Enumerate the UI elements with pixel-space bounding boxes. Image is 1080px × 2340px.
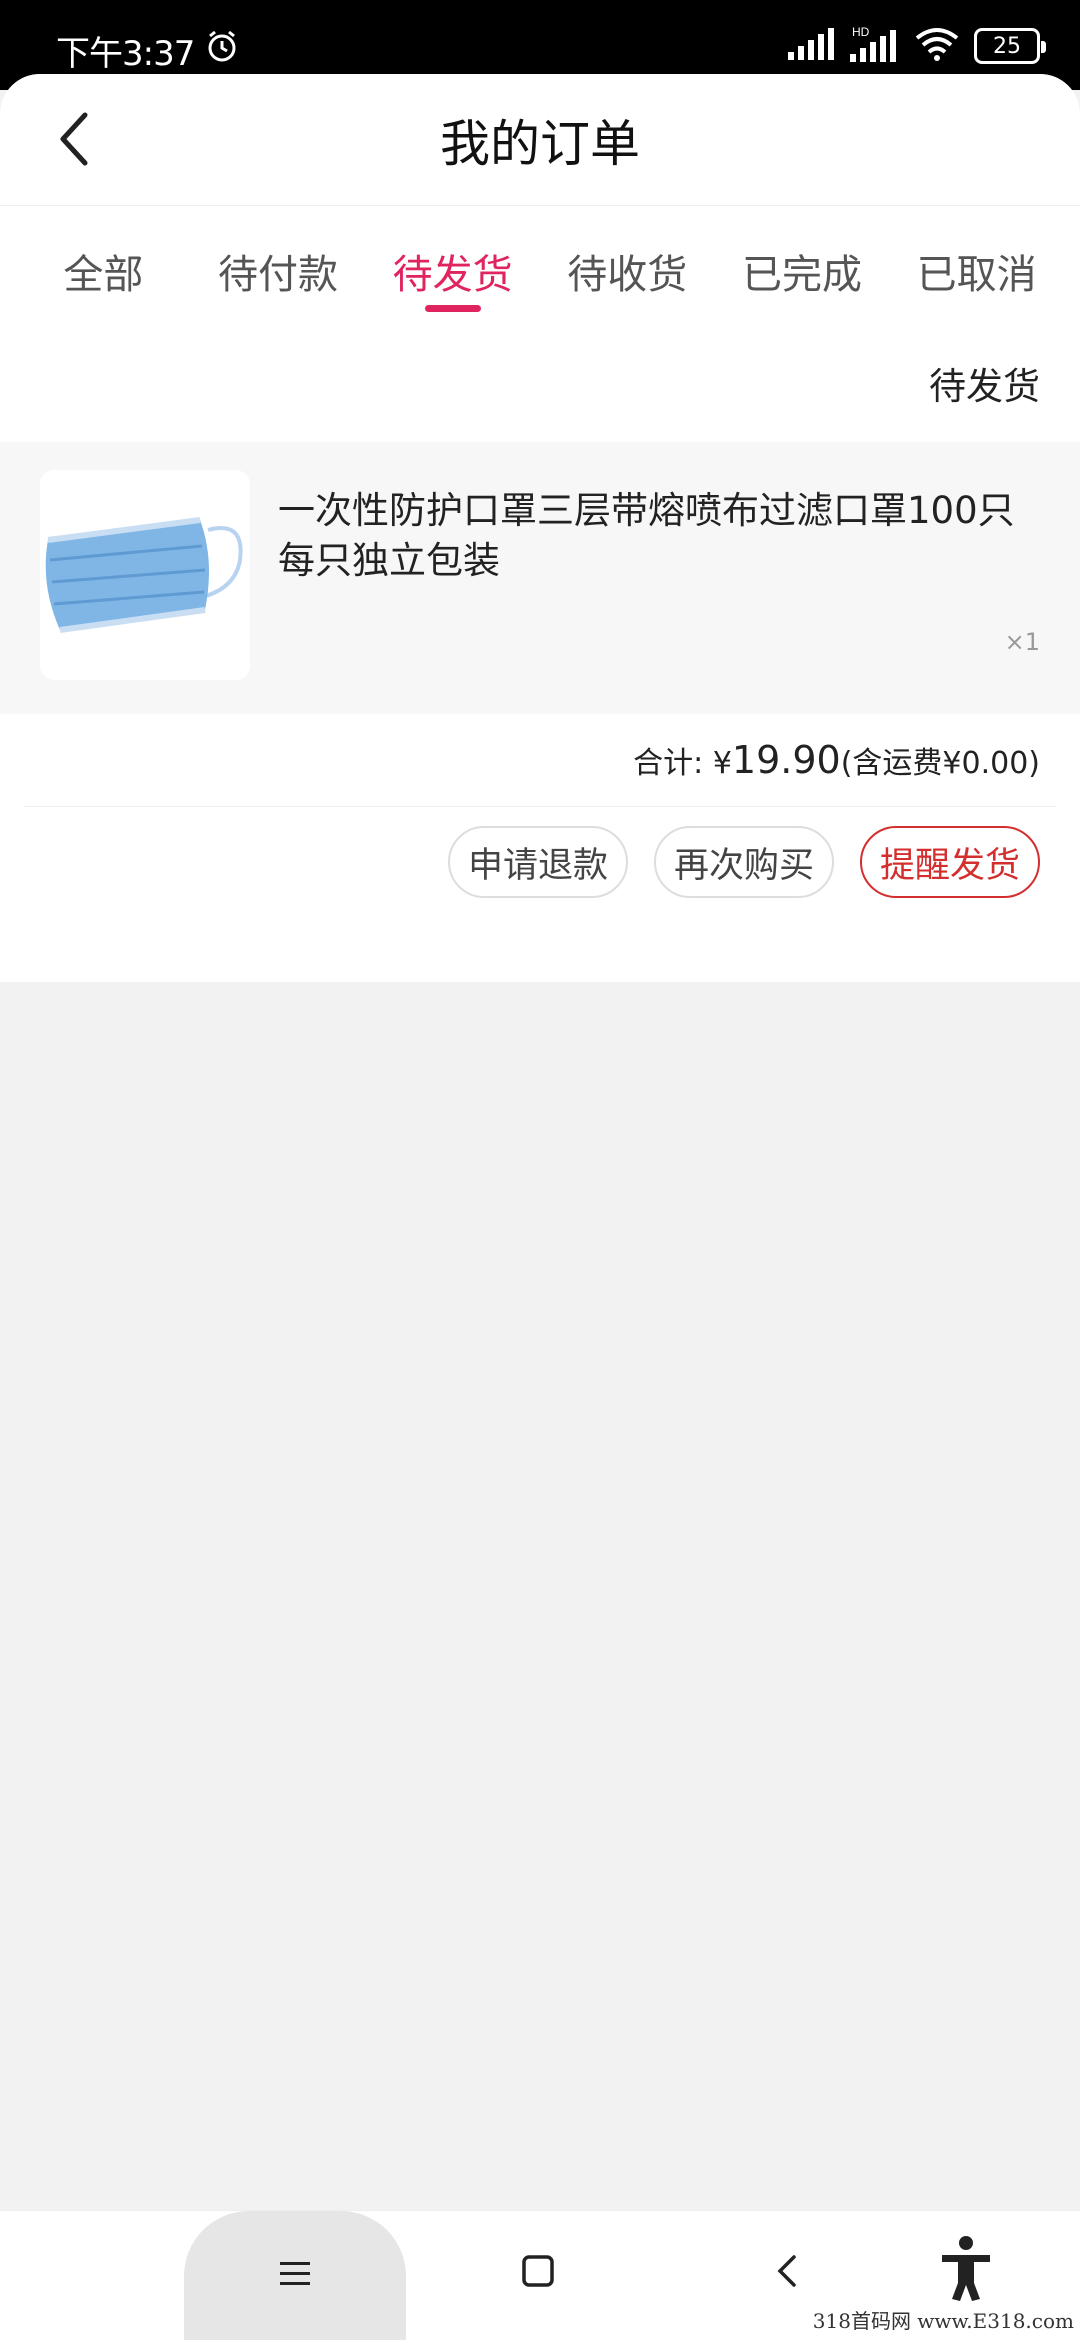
tab-cancelled[interactable]: 已取消 [892,206,1062,326]
back-chevron-icon[interactable] [768,2251,808,2295]
rebuy-button[interactable]: 再次购买 [653,826,834,898]
total-label: 合计: ¥ [633,746,732,781]
signal-icon [786,26,834,66]
app-sheet: 我的订单 全部 待付款 待发货 待收货 已完成 已取消 待发货 一次性防护口罩三… [0,74,1080,2340]
hd-signal-icon: HD [848,24,900,68]
product-row[interactable]: 一次性防护口罩三层带熔喷布过滤口罩100只每只独立包装 ×1 [0,442,1080,714]
tab-all[interactable]: 全部 [18,206,188,326]
total-amount: 19.90 [731,738,841,782]
product-image [40,470,250,680]
menu-button[interactable] [184,2211,406,2340]
order-status: 待发货 [929,365,1040,408]
tab-pending-payment[interactable]: 待付款 [193,206,363,326]
product-quantity: ×1 [1004,628,1040,656]
page-title: 我的订单 [440,115,640,173]
order-card: 待发货 一次性防护口罩三层带熔喷布过滤口罩100只每只独立包装 ×1 合计: ¥… [0,326,1080,982]
product-name: 一次性防护口罩三层带熔喷布过滤口罩100只每只独立包装 [278,489,1015,582]
watermark-text: 318首码网 www.E318.com [812,2309,1074,2333]
order-tabs: 全部 待付款 待发货 待收货 已完成 已取消 [0,206,1080,326]
tab-completed[interactable]: 已完成 [717,206,887,326]
top-header: 我的订单 [0,74,1080,206]
battery-icon: 25 [974,28,1046,64]
wifi-icon [914,26,960,66]
divider [24,806,1056,807]
status-time: 下午3:37 [56,34,195,74]
tab-pending-shipment[interactable]: 待发货 [368,206,538,326]
order-actions: 申请退款 再次购买 提醒发货 [447,826,1040,898]
accessibility-icon[interactable] [936,2233,996,2307]
alarm-icon [204,28,240,68]
remind-shipment-button[interactable]: 提醒发货 [859,826,1040,898]
system-navbar: 318首码网 www.E318.com [0,2210,1080,2340]
status-icons: HD 25 [786,24,1046,68]
tab-pending-receipt[interactable]: 待收货 [542,206,712,326]
menu-icon [278,2259,312,2293]
home-square-icon[interactable] [518,2251,558,2295]
svg-text:HD: HD [852,25,870,39]
shipping-note: (含运费¥0.00) [840,746,1040,781]
refund-button[interactable]: 申请退款 [447,826,628,898]
battery-level: 25 [993,33,1021,59]
order-total: 合计: ¥19.90(含运费¥0.00) [633,738,1040,782]
